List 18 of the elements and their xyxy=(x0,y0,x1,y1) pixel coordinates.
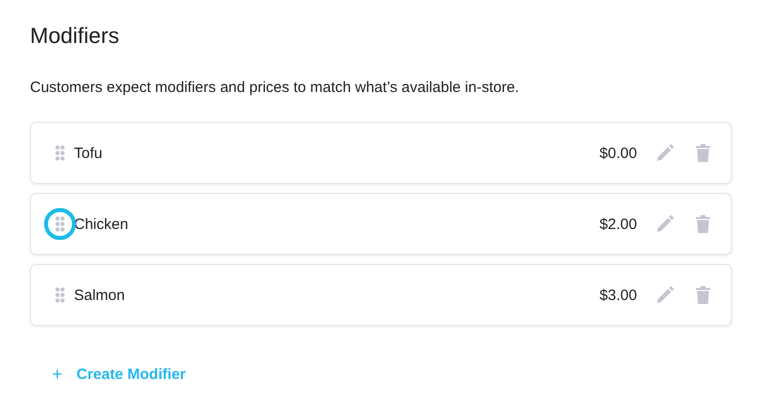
modifier-name: Tofu xyxy=(74,144,104,162)
delete-icon[interactable] xyxy=(695,143,711,163)
modifier-name: Salmon xyxy=(74,286,126,304)
create-modifier-button[interactable]: + Create Modifier xyxy=(52,360,186,389)
modifier-price: $3.00 xyxy=(599,286,637,304)
modifier-price: $2.00 xyxy=(599,216,637,232)
drag-handle-icon[interactable] xyxy=(55,216,65,232)
description: Customers expect modifiers and prices to match what’s available in-store. xyxy=(30,78,520,98)
delete-icon[interactable] xyxy=(695,285,711,305)
edit-icon[interactable] xyxy=(655,143,675,163)
modifier-price: $0.00 xyxy=(599,144,637,162)
delete-icon[interactable] xyxy=(695,214,711,234)
modifier-name: Chicken xyxy=(74,216,130,232)
drag-handle-icon[interactable] xyxy=(55,145,65,161)
drag-handle-icon[interactable] xyxy=(55,287,65,303)
edit-icon[interactable] xyxy=(655,214,675,234)
section-title: Modifiers xyxy=(30,22,120,50)
edit-icon[interactable] xyxy=(655,285,675,305)
